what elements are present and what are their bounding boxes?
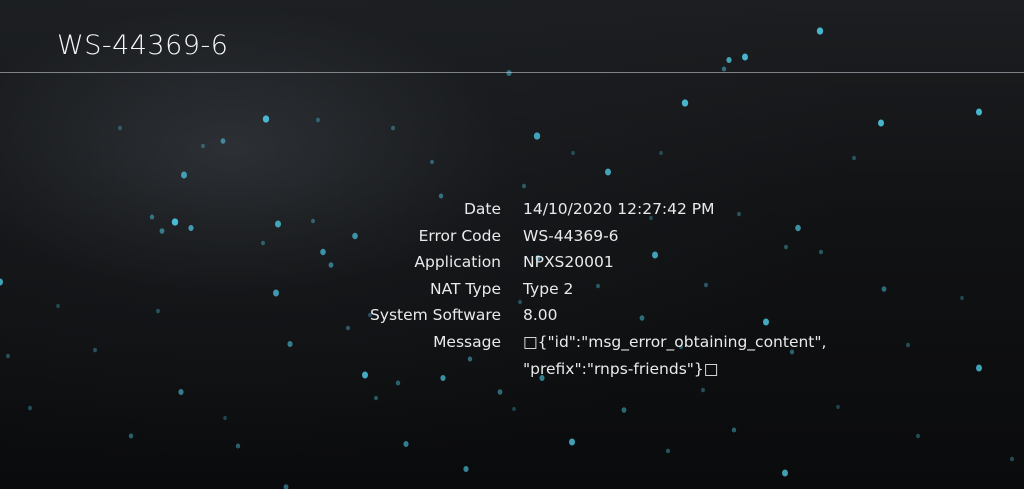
particle-dot [1010, 456, 1014, 462]
particle-dot [178, 389, 184, 395]
particle-dot [852, 155, 856, 161]
error-details-screen: WS-44369-6 Date 14/10/2020 12:27:42 PM E… [0, 0, 1024, 489]
particle-dot [976, 108, 982, 116]
application-value: NPXS20001 [523, 253, 614, 272]
detail-row-system-software: System Software 8.00 [0, 302, 1024, 329]
detail-row-message: Message □{"id":"msg_error_obtaining_cont… [0, 329, 1024, 383]
particle-dot [430, 159, 434, 165]
particle-dot [374, 395, 378, 401]
particle-dot [463, 466, 469, 472]
detail-row-nat-type: NAT Type Type 2 [0, 276, 1024, 303]
particle-dot [262, 115, 270, 123]
particle-dot [742, 53, 748, 61]
particle-dot [816, 27, 824, 35]
error-code-label: Error Code [418, 226, 501, 245]
nat-type-label: NAT Type [430, 279, 501, 298]
particle-dot [28, 405, 32, 411]
particle-dot [782, 469, 788, 477]
particle-dot [533, 132, 541, 140]
particle-dot [726, 57, 732, 63]
application-label: Application [414, 253, 501, 272]
system-software-label: System Software [369, 306, 501, 325]
particle-dot [569, 438, 575, 446]
particle-dot [878, 119, 884, 127]
date-value: 14/10/2020 12:27:42 PM [523, 200, 715, 218]
error-details-list: Date 14/10/2020 12:27:42 PM Error Code W… [0, 196, 1024, 383]
particle-dot [391, 125, 395, 131]
detail-row-date: Date 14/10/2020 12:27:42 PM [0, 196, 1024, 223]
detail-row-application: Application NPXS20001 [0, 249, 1024, 276]
title-divider [0, 72, 1024, 73]
particle-dot [512, 406, 516, 412]
particle-dot [201, 143, 205, 149]
page-title: WS-44369-6 [57, 30, 229, 61]
system-software-value: 8.00 [523, 306, 558, 325]
particle-dot [223, 415, 227, 421]
particle-dot [403, 441, 409, 447]
particle-dot [681, 99, 689, 107]
particle-dot [621, 407, 627, 413]
particle-dot [666, 448, 670, 454]
date-label: Date [463, 200, 501, 218]
detail-row-error-code: Error Code WS-44369-6 [0, 223, 1024, 250]
particle-dot [522, 183, 526, 189]
error-code-value: WS-44369-6 [523, 226, 619, 245]
particle-dot [316, 117, 320, 123]
particle-dot [731, 427, 737, 433]
particle-dot [571, 150, 575, 156]
nat-type-value: Type 2 [523, 279, 574, 298]
message-value: □{"id":"msg_error_obtaining_content", "p… [523, 332, 827, 378]
particle-dot [721, 66, 727, 72]
particle-dot [701, 387, 705, 393]
particle-dot [220, 138, 226, 144]
particle-dot [506, 70, 512, 76]
particle-dot [283, 484, 289, 489]
message-label: Message [433, 332, 501, 351]
particle-dot [181, 171, 187, 179]
particle-dot [659, 150, 663, 156]
particle-dot [605, 168, 611, 176]
particle-dot [916, 433, 920, 439]
particle-dot [497, 389, 503, 395]
particle-dot [836, 404, 840, 410]
particle-dot [118, 125, 122, 131]
particle-dot [128, 433, 134, 439]
particle-dot [235, 443, 241, 449]
